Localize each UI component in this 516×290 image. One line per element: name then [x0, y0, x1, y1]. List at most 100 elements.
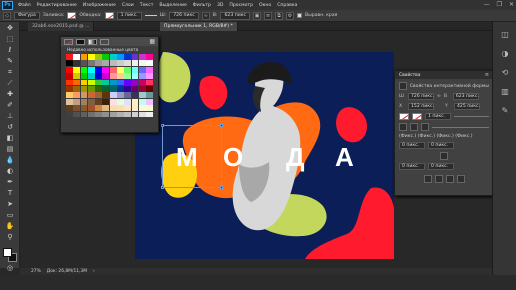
- exclude-shapes-icon[interactable]: [456, 175, 465, 183]
- swatch-cell[interactable]: [87, 85, 95, 92]
- swatch-cell[interactable]: [138, 54, 146, 60]
- swatch-cell[interactable]: [102, 85, 110, 92]
- menu-help[interactable]: Справка: [277, 3, 297, 8]
- swatch-cell[interactable]: [109, 111, 117, 118]
- swatch-cell[interactable]: [95, 98, 102, 105]
- paths-icon[interactable]: ✎: [497, 104, 513, 117]
- shape-tool-icon[interactable]: ▭: [3, 211, 17, 220]
- channels-icon[interactable]: ▥: [497, 85, 513, 98]
- swatch-cell[interactable]: [66, 73, 73, 80]
- swatch-cell[interactable]: [87, 73, 95, 80]
- healing-brush-tool-icon[interactable]: ✚: [3, 90, 17, 99]
- swatch-cell[interactable]: [146, 111, 154, 118]
- swatch-cell[interactable]: [138, 73, 146, 80]
- swatch-cell[interactable]: [124, 60, 132, 67]
- swatch-cell[interactable]: [138, 105, 146, 112]
- swatch-cell[interactable]: [117, 73, 124, 80]
- swatch-cell[interactable]: [146, 54, 154, 60]
- swatch-cell[interactable]: [131, 98, 139, 105]
- stroke-type-dropdown[interactable]: [144, 15, 157, 16]
- swatch-cell[interactable]: [138, 60, 146, 67]
- document-tab[interactable]: 32ab6.ece2015.psd @ ...: [28, 22, 95, 31]
- menu-file[interactable]: Файл: [18, 3, 31, 8]
- stroke-swatch-props[interactable]: [412, 113, 422, 120]
- swatch-cell[interactable]: [117, 92, 124, 99]
- swatch-cell[interactable]: [138, 79, 146, 86]
- swatch-cell[interactable]: [87, 54, 95, 60]
- swatch-cell[interactable]: [66, 79, 73, 86]
- stroke-join-icon[interactable]: [421, 123, 429, 131]
- menu-image[interactable]: Изображение: [83, 3, 116, 8]
- status-arrow-icon[interactable]: ›: [93, 269, 95, 274]
- swatch-cell[interactable]: [80, 79, 88, 86]
- height-field[interactable]: 623 пикс: [220, 11, 250, 20]
- swatch-cell[interactable]: [131, 66, 139, 73]
- menu-view[interactable]: Просмотр: [229, 3, 253, 8]
- menu-text[interactable]: Текст: [140, 3, 154, 8]
- swatch-cell[interactable]: [146, 105, 154, 112]
- corner-bottom-left-input[interactable]: 0 пикс.: [399, 163, 425, 170]
- pen-tool-icon[interactable]: ✒: [3, 178, 17, 187]
- pattern-icon[interactable]: [100, 38, 109, 45]
- subtract-shapes-icon[interactable]: [434, 175, 443, 183]
- swatch-cell[interactable]: [117, 105, 124, 112]
- swatch-cell[interactable]: [117, 66, 124, 73]
- swatch-cell[interactable]: [109, 79, 117, 86]
- swatch-cell[interactable]: [146, 73, 154, 80]
- menu-layers[interactable]: Слои: [122, 3, 134, 8]
- swatch-cell[interactable]: [102, 111, 110, 118]
- swatch-cell[interactable]: [109, 92, 117, 99]
- restore-icon[interactable]: ❐: [497, 1, 502, 8]
- swatch-cell[interactable]: [102, 92, 110, 99]
- color-swatches[interactable]: [2, 248, 18, 262]
- swatch-cell[interactable]: [124, 54, 132, 60]
- swatch-cell[interactable]: [109, 98, 117, 105]
- swatch-cell[interactable]: [124, 79, 132, 86]
- settings-gear-icon[interactable]: ⚙: [286, 11, 294, 20]
- quick-select-tool-icon[interactable]: ✎: [3, 57, 17, 66]
- swatch-cell[interactable]: [102, 54, 110, 60]
- swatch-cell[interactable]: [95, 73, 102, 80]
- swatch-cell[interactable]: [124, 92, 132, 99]
- swatch-cell[interactable]: [131, 73, 139, 80]
- corner-top-left-input[interactable]: 0 пикс.: [399, 142, 425, 149]
- handle-bottom-right[interactable]: [220, 186, 223, 189]
- handle-top-right[interactable]: [220, 124, 223, 127]
- swatch-cell[interactable]: [146, 98, 154, 105]
- tool-mode-dropdown[interactable]: Фигура: [14, 11, 40, 20]
- swatch-cell[interactable]: [146, 60, 154, 67]
- width-field[interactable]: 726 пикс: [169, 11, 199, 20]
- panel-menu-icon[interactable]: ≡: [485, 72, 489, 78]
- swatch-cell[interactable]: [87, 66, 95, 73]
- history-brush-tool-icon[interactable]: ↺: [3, 123, 17, 132]
- swatch-cell[interactable]: [146, 66, 154, 73]
- swatch-cell[interactable]: [73, 98, 81, 105]
- swatch-cell[interactable]: [117, 111, 124, 118]
- stroke-type-dropdown-props[interactable]: [454, 116, 489, 117]
- swatch-cell[interactable]: [66, 54, 73, 60]
- close-icon[interactable]: ✕: [509, 1, 514, 8]
- properties-tab[interactable]: Свойства: [399, 73, 420, 78]
- swatch-cell[interactable]: [73, 54, 81, 60]
- swatch-cell[interactable]: [66, 111, 73, 118]
- swatch-cell[interactable]: [109, 60, 117, 67]
- swatch-cell[interactable]: [138, 66, 146, 73]
- path-operations-icon[interactable]: ▣: [253, 11, 261, 20]
- transform-bounding-box[interactable]: [161, 124, 223, 189]
- swatch-cell[interactable]: [102, 60, 110, 67]
- zoom-level[interactable]: 27%: [31, 269, 41, 274]
- swatch-cell[interactable]: [80, 111, 88, 118]
- swatch-cell[interactable]: [102, 98, 110, 105]
- swatch-cell[interactable]: [131, 60, 139, 67]
- swatch-cell[interactable]: [117, 54, 124, 60]
- link-corners-icon[interactable]: [440, 152, 448, 160]
- lasso-tool-icon[interactable]: ℓ: [3, 46, 17, 55]
- swatch-cell[interactable]: [95, 54, 102, 60]
- crop-tool-icon[interactable]: ⌗: [3, 68, 17, 77]
- swatch-cell[interactable]: [80, 66, 88, 73]
- swatch-cell[interactable]: [146, 92, 154, 99]
- corner-top-right-input[interactable]: 0 пикс.: [428, 142, 454, 149]
- height-input[interactable]: 623 пикс.: [452, 93, 479, 100]
- swatch-cell[interactable]: [117, 79, 124, 86]
- stroke-align-icon[interactable]: [399, 123, 407, 131]
